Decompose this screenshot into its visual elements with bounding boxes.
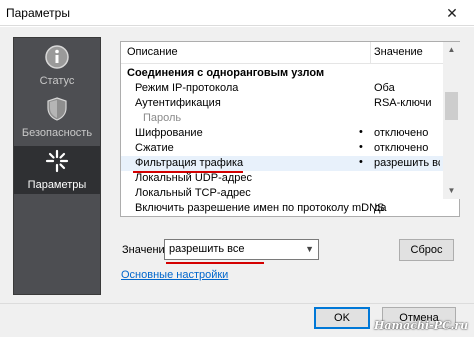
value-select[interactable]: разрешить все ▼ [164,239,319,260]
vertical-scrollbar[interactable]: ▲ ▼ [443,42,460,199]
table-row-selected[interactable]: Фильтрация трафика • разрешить все [121,156,443,171]
table-row[interactable]: Сжатие • отключено [121,141,443,156]
table-row[interactable]: Пароль [121,111,443,126]
sidebar-item-security[interactable]: Безопасность [14,94,100,142]
table-row[interactable]: Локальный UDP-адрес [121,171,443,186]
modified-marker: • [359,141,363,153]
column-header-description[interactable]: Описание [127,46,178,58]
sidebar-item-label: Статус [39,75,75,87]
settings-table: Описание Значение Соединения с одноранго… [120,41,460,217]
red-underline-annotation [166,262,264,264]
row-value: да [374,202,387,214]
table-row[interactable]: Включить разрешение имен по протоколу mD… [121,201,443,216]
row-name: Пароль [143,112,182,124]
table-header: Описание Значение [121,42,443,64]
row-name: Фильтрация трафика [135,157,244,169]
column-divider[interactable] [370,42,371,64]
row-name: Режим IP-протокола [135,82,239,94]
info-icon [14,44,100,70]
sidebar: Статус Безопасность Параметры [13,37,101,295]
modified-marker: • [359,156,363,168]
table-row[interactable]: Аутентификация RSA-ключи [121,96,443,111]
row-value: RSA-ключи [374,97,432,109]
row-name: Шифрование [135,127,203,139]
scroll-down-icon[interactable]: ▼ [443,183,460,199]
row-name: Локальный TCP-адрес [135,187,251,199]
row-value: разрешить все [374,157,440,169]
row-name: Соединения с одноранговым узлом [127,67,325,79]
scroll-thumb[interactable] [445,92,458,120]
row-name: Сжатие [135,142,174,154]
table-row[interactable]: Локальный TCP-адрес [121,186,443,201]
sidebar-item-label: Безопасность [21,127,93,139]
scroll-up-icon[interactable]: ▲ [443,42,460,58]
chevron-down-icon: ▼ [305,244,314,254]
row-value: отключено [374,142,429,154]
column-header-value[interactable]: Значение [374,46,423,58]
sidebar-item-label: Параметры [27,179,87,191]
watermark: Hamachi-PC.ru [374,319,469,332]
modified-marker: • [359,126,363,138]
close-button[interactable]: ✕ [430,0,474,26]
reset-button[interactable]: Сброс [399,239,454,261]
title-bar: Параметры ✕ [0,0,474,26]
dialog-client-area: Статус Безопасность Параметры Описание З… [0,27,474,337]
basic-settings-link[interactable]: Основные настройки [121,269,228,281]
footer-divider [0,303,474,304]
row-value: отключено [374,127,429,139]
row-value: Оба [374,82,395,94]
ok-button[interactable]: OK [314,307,370,329]
sidebar-item-settings[interactable]: Параметры [14,146,100,194]
sidebar-item-status[interactable]: Статус [14,42,100,90]
window-title: Параметры [6,6,70,20]
table-row[interactable]: Шифрование • отключено [121,126,443,141]
row-name: Локальный UDP-адрес [135,172,252,184]
row-name: Включить разрешение имен по протоколу mD… [135,202,385,214]
table-row-group[interactable]: Соединения с одноранговым узлом [121,66,443,81]
value-select-current: разрешить все [169,243,245,255]
row-name: Аутентификация [135,97,221,109]
table-row[interactable]: Режим IP-протокола Оба [121,81,443,96]
settings-icon [14,148,100,174]
shield-icon [14,96,100,122]
